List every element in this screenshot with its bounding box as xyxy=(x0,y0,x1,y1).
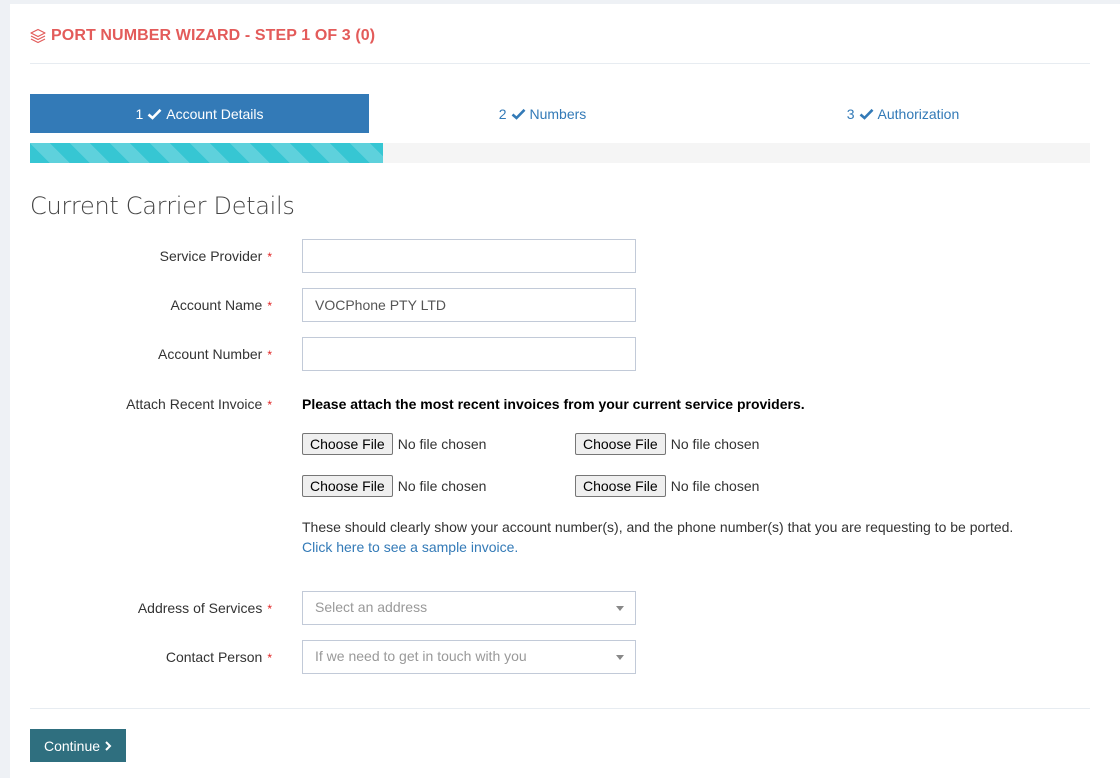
step-account-details[interactable]: 1 Account Details xyxy=(30,94,369,133)
step-authorization[interactable]: 3 Authorization xyxy=(716,94,1090,133)
choose-file-button[interactable]: Choose File xyxy=(302,475,393,497)
step-number: 3 xyxy=(846,105,855,122)
address-placeholder: Select an address xyxy=(315,599,428,615)
chevron-down-icon xyxy=(616,655,624,660)
service-provider-input[interactable] xyxy=(302,239,636,273)
service-provider-row: Service Provider * xyxy=(30,239,1090,273)
check-icon xyxy=(859,108,873,120)
address-select[interactable]: Select an address xyxy=(302,591,636,625)
required-mark: * xyxy=(267,602,272,616)
required-mark: * xyxy=(267,398,272,412)
required-mark: * xyxy=(267,348,272,362)
required-mark: * xyxy=(267,250,272,264)
choose-file-button[interactable]: Choose File xyxy=(575,475,666,497)
continue-label: Continue xyxy=(43,737,101,754)
check-icon xyxy=(147,108,162,120)
step-numbers[interactable]: 2 Numbers xyxy=(369,94,716,133)
invoice-note-text: These should clearly show your account n… xyxy=(302,519,1014,535)
contact-placeholder: If we need to get in touch with you xyxy=(315,648,527,664)
file-picker-4: Choose File No file chosen xyxy=(575,475,759,497)
file-picker-2: Choose File No file chosen xyxy=(575,433,759,455)
invoice-label: Attach Recent Invoice * xyxy=(126,396,272,412)
choose-file-button[interactable]: Choose File xyxy=(575,433,666,455)
account-number-label: Account Number * xyxy=(158,346,272,362)
invoice-note: These should clearly show your account n… xyxy=(302,517,1013,557)
continue-button[interactable]: Continue xyxy=(30,729,126,762)
chevron-right-icon xyxy=(105,740,112,751)
step-label: Authorization xyxy=(877,105,960,122)
contact-label: Contact Person * xyxy=(165,649,272,665)
address-row: Address of Services * Select an address xyxy=(30,591,1090,625)
wizard-steps: 1 Account Details 2 Numbers 3 Authorizat… xyxy=(30,94,1090,133)
layers-icon xyxy=(30,28,46,44)
invoice-row: Attach Recent Invoice * Please attach the… xyxy=(30,394,1090,564)
form-divider xyxy=(30,708,1090,709)
invoice-instruction: Please attach the most recent invoices f… xyxy=(302,396,805,412)
section-title: Current Carrier Details xyxy=(30,192,295,220)
file-picker-3: Choose File No file chosen xyxy=(302,475,486,497)
progress-bar xyxy=(30,143,1090,163)
required-mark: * xyxy=(267,299,272,313)
account-name-label: Account Name * xyxy=(170,297,273,313)
account-name-input[interactable] xyxy=(302,288,636,322)
sample-invoice-link[interactable]: Click here to see a sample invoice. xyxy=(302,539,518,555)
file-status: No file chosen xyxy=(670,478,760,494)
step-number: 2 xyxy=(498,105,507,122)
required-mark: * xyxy=(267,651,272,665)
check-icon xyxy=(511,108,525,120)
wizard-header: PORT NUMBER WIZARD - STEP 1 OF 3 (0) xyxy=(30,24,1090,64)
progress-fill xyxy=(30,143,383,163)
file-status: No file chosen xyxy=(397,436,487,452)
contact-row: Contact Person * If we need to get in tou… xyxy=(30,640,1090,674)
file-status: No file chosen xyxy=(670,436,760,452)
chevron-down-icon xyxy=(616,606,624,611)
choose-file-button[interactable]: Choose File xyxy=(302,433,393,455)
file-picker-1: Choose File No file chosen xyxy=(302,433,486,455)
step-label: Account Details xyxy=(166,105,264,122)
step-number: 1 xyxy=(135,105,144,122)
contact-select[interactable]: If we need to get in touch with you xyxy=(302,640,636,674)
step-label: Numbers xyxy=(529,105,587,122)
account-name-row: Account Name * xyxy=(30,288,1090,322)
account-number-input[interactable] xyxy=(302,337,636,371)
page-title: PORT NUMBER WIZARD - STEP 1 OF 3 (0) xyxy=(51,27,376,44)
account-number-row: Account Number * xyxy=(30,337,1090,371)
wizard-panel: PORT NUMBER WIZARD - STEP 1 OF 3 (0) 1 A… xyxy=(10,4,1120,778)
service-provider-label: Service Provider * xyxy=(159,248,272,264)
file-status: No file chosen xyxy=(397,478,487,494)
address-label: Address of Services * xyxy=(137,600,272,616)
